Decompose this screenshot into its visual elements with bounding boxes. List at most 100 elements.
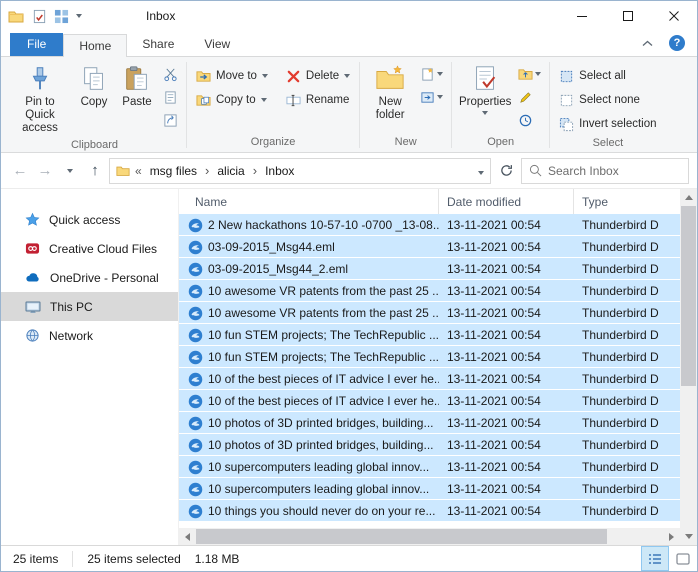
invert-selection-button[interactable]: Invert selection [554,112,661,136]
search-input[interactable] [548,164,681,178]
breadcrumb[interactable]: « msg files alicia Inbox [109,158,491,184]
breadcrumb-overflow[interactable]: « [135,164,142,178]
thunderbird-file-icon [188,438,203,453]
vertical-scroll-thumb[interactable] [681,206,696,386]
qat-properties-icon[interactable] [32,9,47,24]
table-row[interactable]: 10 fun STEM projects; The TechRepublic .… [179,346,680,368]
select-all-button[interactable]: Select all [554,64,661,88]
breadcrumb-separator-icon [253,163,257,178]
up-button[interactable]: ↑ [84,159,106,183]
column-header-date-modified[interactable]: Date modified [439,189,574,214]
table-row[interactable]: 10 supercomputers leading global innov..… [179,478,680,500]
file-name: 2 New hackathons 10-57-10 -0700 _13-08..… [208,218,439,232]
pin-icon [25,64,55,94]
table-row[interactable]: 10 photos of 3D printed bridges, buildin… [179,412,680,434]
qat-customize-chevron-icon[interactable] [76,14,82,18]
paste-shortcut-button[interactable] [161,110,180,130]
selection-count: 25 items selected [87,552,180,566]
table-row[interactable]: 10 photos of 3D printed bridges, buildin… [179,434,680,456]
breadcrumb-alicia[interactable]: alicia [214,162,247,180]
pin-to-quick-access-button[interactable]: Pin to Quick access [7,61,73,138]
tab-share[interactable]: Share [127,33,189,56]
sidebar-item-this-pc[interactable]: This PC [1,292,178,321]
new-folder-button[interactable]: New folder [364,61,416,125]
quick-access-toolbar [32,9,82,24]
collapse-ribbon-icon[interactable] [642,36,653,50]
file-name: 10 of the best pieces of IT advice I eve… [208,394,439,408]
history-button[interactable] [516,110,543,130]
cut-button[interactable] [161,64,180,84]
file-date-modified: 13-11-2021 00:54 [439,284,574,298]
help-icon[interactable]: ? [669,35,685,51]
refresh-button[interactable] [494,158,518,184]
qat-new-folder-icon[interactable] [54,9,69,24]
details-view-button[interactable] [641,546,669,571]
table-row[interactable]: 10 things you should never do on your re… [179,500,680,522]
breadcrumb-msg-files[interactable]: msg files [147,162,200,180]
forward-button[interactable]: → [34,159,56,183]
sidebar-item-onedrive[interactable]: OneDrive - Personal [1,263,178,292]
properties-label: Properties [459,96,511,109]
open-button[interactable] [516,64,543,84]
table-row[interactable]: 03-09-2015_Msg44.eml 13-11-2021 00:54 Th… [179,236,680,258]
breadcrumb-inbox[interactable]: Inbox [262,162,297,180]
table-row[interactable]: 03-09-2015_Msg44_2.eml 13-11-2021 00:54 … [179,258,680,280]
group-select: Select all Select none Invert selection … [550,58,665,152]
close-button[interactable] [651,1,697,31]
properties-button[interactable]: Properties [456,61,514,118]
breadcrumb-separator-icon [205,163,209,178]
copy-button[interactable]: Copy [73,61,115,112]
table-row[interactable]: 2 New hackathons 10-57-10 -0700 _13-08..… [179,214,680,236]
edit-button[interactable] [516,87,543,107]
recent-locations-button[interactable] [59,159,81,183]
file-date-modified: 13-11-2021 00:54 [439,350,574,364]
file-date-modified: 13-11-2021 00:54 [439,218,574,232]
delete-button[interactable]: Delete [281,64,355,88]
large-icons-view-icon [676,553,690,565]
table-row[interactable]: 10 awesome VR patents from the past 25 .… [179,280,680,302]
table-row[interactable]: 10 fun STEM projects; The TechRepublic .… [179,324,680,346]
address-dropdown-icon[interactable] [478,164,484,178]
copy-path-button[interactable] [161,87,180,107]
file-type: Thunderbird D [574,504,680,518]
rename-button[interactable]: Rename [281,88,355,112]
thunderbird-file-icon [188,328,203,343]
select-none-button[interactable]: Select none [554,88,661,112]
back-button[interactable]: ← [9,159,31,183]
ribbon-controls: ? [642,35,697,56]
large-icons-view-button[interactable] [669,546,697,571]
table-row[interactable]: 10 supercomputers leading global innov..… [179,456,680,478]
select-none-icon [559,93,574,108]
creative-cloud-icon [25,241,40,256]
file-date-modified: 13-11-2021 00:54 [439,416,574,430]
column-header-type[interactable]: Type [574,189,680,214]
titlebar: Inbox [1,1,697,31]
sidebar-item-creative-cloud-files[interactable]: Creative Cloud Files [1,234,178,263]
file-date-modified: 13-11-2021 00:54 [439,240,574,254]
tab-view[interactable]: View [189,33,245,56]
tab-file[interactable]: File [10,33,63,56]
file-date-modified: 13-11-2021 00:54 [439,306,574,320]
table-row[interactable]: 10 of the best pieces of IT advice I eve… [179,368,680,390]
tab-home[interactable]: Home [63,34,127,57]
horizontal-scrollbar[interactable] [179,528,680,545]
sidebar-item-quick-access[interactable]: Quick access [1,205,178,234]
scroll-down-icon[interactable] [680,528,697,545]
paste-button[interactable]: Paste [115,61,159,112]
rename-label: Rename [306,94,349,106]
scroll-left-icon[interactable] [179,528,196,545]
scroll-up-icon[interactable] [680,189,697,206]
table-row[interactable]: 10 of the best pieces of IT advice I eve… [179,390,680,412]
table-row[interactable]: 10 awesome VR patents from the past 25 .… [179,302,680,324]
vertical-scrollbar[interactable] [680,189,697,545]
sidebar-item-network[interactable]: Network [1,321,178,350]
copy-to-button[interactable]: Copy to [191,88,273,112]
move-to-button[interactable]: Move to [191,64,273,88]
easy-access-button[interactable] [418,87,445,107]
maximize-button[interactable] [605,1,651,31]
minimize-button[interactable] [559,1,605,31]
scroll-right-icon[interactable] [663,528,680,545]
column-header-name[interactable]: Name [179,189,439,214]
horizontal-scroll-thumb[interactable] [196,529,607,544]
new-item-button[interactable] [418,64,445,84]
